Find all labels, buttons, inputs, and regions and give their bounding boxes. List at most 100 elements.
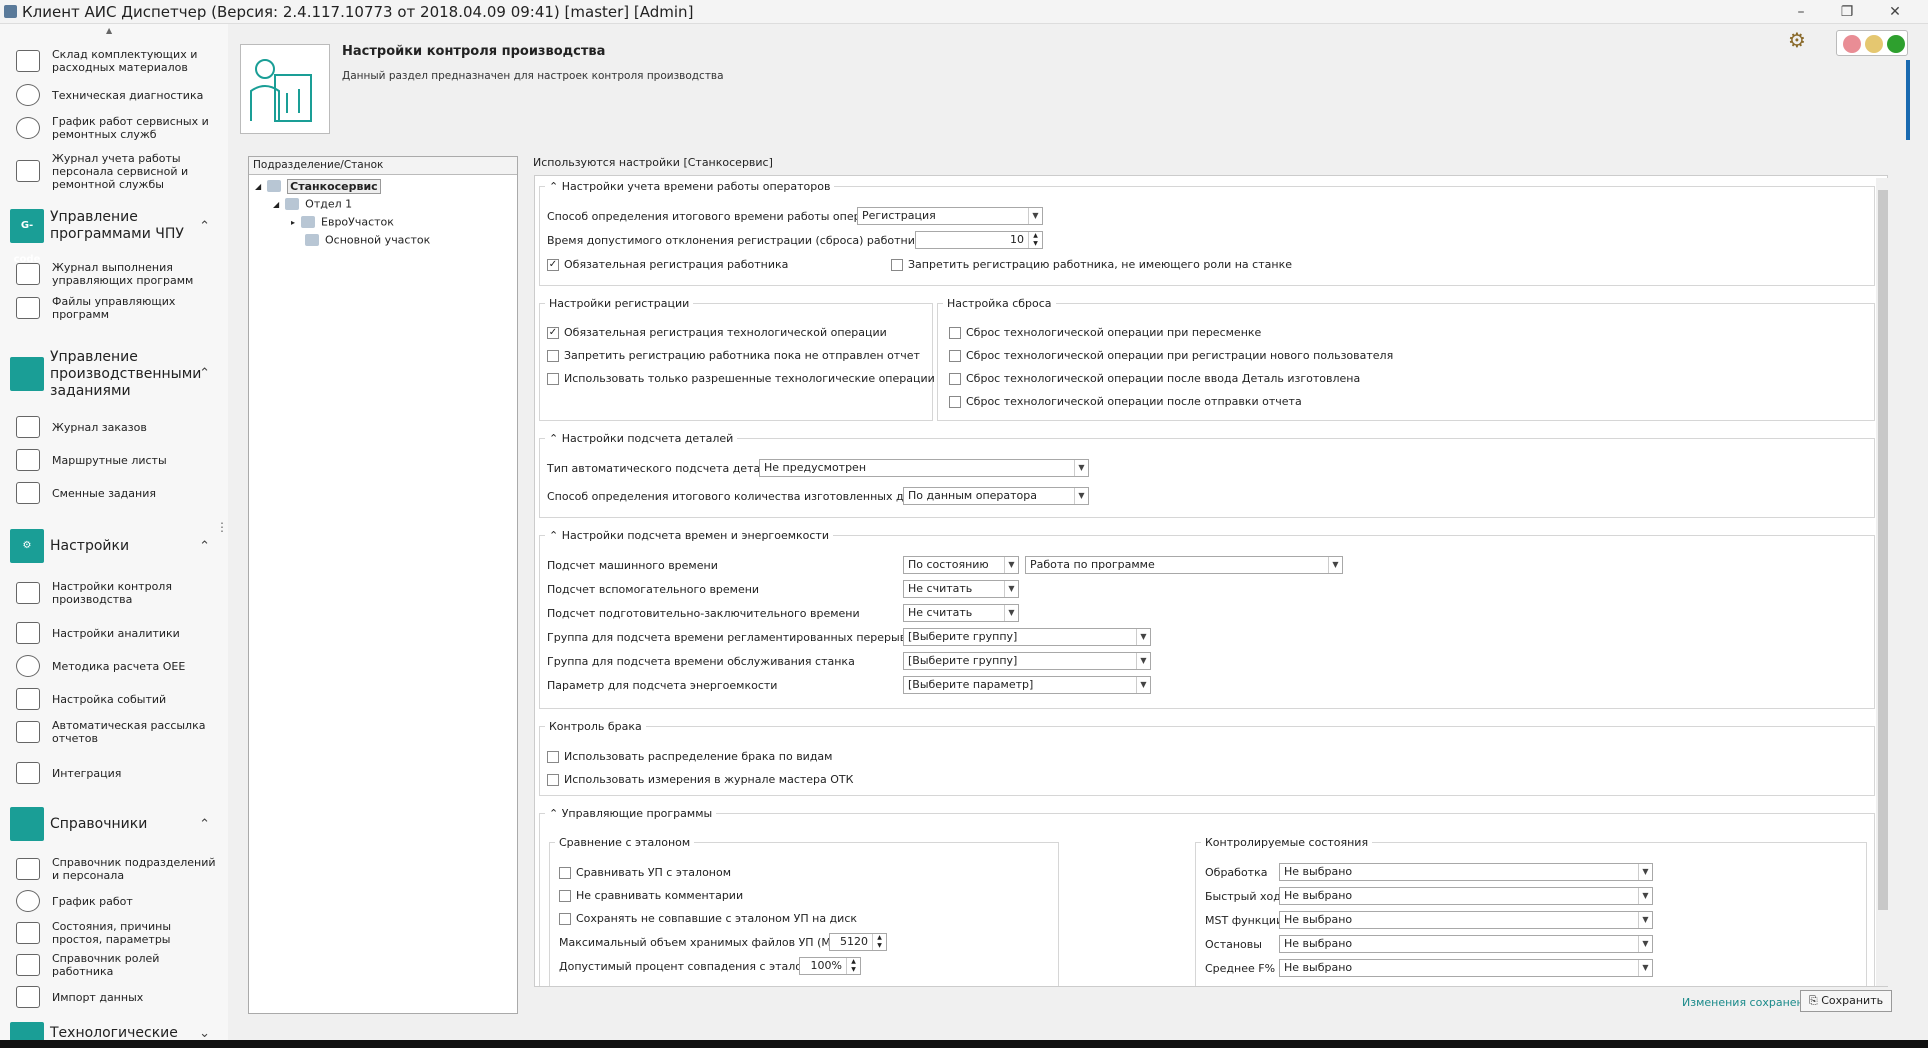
auto-count-label: Тип автоматического подсчета деталей [547, 462, 782, 475]
energy-param-label: Параметр для подсчета энергоемкости [547, 679, 778, 692]
group-states-title: Контролируемые состояния [1201, 836, 1373, 849]
defect-types-checkbox[interactable]: Использовать распределение брака по вида… [547, 750, 832, 763]
sidebar-group-settings[interactable]: ⚙ Настройки ⌃ [10, 526, 222, 566]
reset-part-made-checkbox[interactable]: Сброс технологической операции после вво… [949, 372, 1360, 385]
sidebar-item-integration[interactable]: Интеграция [16, 758, 221, 788]
sidebar-item-orders[interactable]: Журнал заказов [16, 412, 221, 442]
sidebar-item-program-files[interactable]: Файлы управляющих программ [16, 293, 221, 323]
sidebar-item-warehouse[interactable]: Склад комплектующих и расходных материал… [16, 46, 221, 76]
save-button[interactable]: ⎘ Сохранить [1800, 990, 1892, 1012]
ignore-comments-checkbox[interactable]: Не сравнивать комментарии [559, 889, 743, 902]
aux-time-label: Подсчет вспомогательного времени [547, 583, 760, 596]
group-parts-count-title[interactable]: ⌃ Настройки подсчета деталей [545, 432, 738, 445]
restore-button[interactable]: ❐ [1834, 2, 1860, 22]
processing-select[interactable]: Не выбрано ▼ [1279, 863, 1653, 881]
sidebar-item-mailing[interactable]: Автоматическая рассылка отчетов [16, 717, 221, 747]
total-time-method-label: Способ определения итогового времени раб… [547, 210, 895, 223]
sidebar-item-oee[interactable]: Методика расчета OEE [16, 651, 221, 681]
sidebar-item-events[interactable]: Настройка событий [16, 684, 221, 714]
sidebar-item-work-schedule[interactable]: График работ [16, 886, 221, 916]
machine-time-state-select[interactable]: Работа по программе ▼ [1025, 556, 1343, 574]
expand-icon: ◢ [273, 200, 280, 209]
chevron-down-icon: ▼ [1638, 912, 1652, 928]
mandatory-operation-checkbox[interactable]: ✓ Обязательная регистрация технологическо… [547, 326, 887, 339]
sidebar-item-diagnostics[interactable]: Техническая диагностика [16, 80, 221, 110]
tree-node-dept[interactable]: ◢ Отдел 1 [273, 197, 352, 211]
chevron-up-icon[interactable]: ⌃ [199, 219, 210, 234]
group-programs-title[interactable]: ⌃ Управляющие программы [545, 807, 717, 820]
deviation-stepper[interactable]: 10 ▲ ▼ [915, 231, 1043, 249]
gcode-icon: G-code [10, 209, 44, 265]
sidebar-item-departments[interactable]: Справочник подразделений и персонала [16, 854, 221, 884]
chevron-down-icon: ▼ [1136, 629, 1150, 645]
avg-f-select[interactable]: Не выбрано ▼ [1279, 959, 1653, 977]
only-allowed-operations-checkbox[interactable]: Использовать только разрешенные технолог… [547, 372, 935, 385]
sidebar-group-cnc[interactable]: G-code Управление программами ЧПУ ⌃ [10, 206, 222, 265]
mst-select[interactable]: Не выбрано ▼ [1279, 911, 1653, 929]
rapid-select[interactable]: Не выбрано ▼ [1279, 887, 1653, 905]
tree-node-main[interactable]: Основной участок [305, 233, 430, 247]
machine-time-select[interactable]: По состоянию ▼ [903, 556, 1019, 574]
sidebar-item-shift-tasks[interactable]: Сменные задания [16, 478, 221, 508]
user-settings-icon[interactable]: ⚙ [1788, 28, 1818, 56]
sidebar-group-production[interactable]: Управление производственными заданиями ⌃ [10, 346, 222, 402]
tree-node-euro[interactable]: ▸ ЕвроУчасток [291, 215, 394, 229]
sidebar-item-route-sheets[interactable]: Маршрутные листы [16, 445, 221, 475]
max-files-stepper[interactable]: 5120 ▲ ▼ [829, 933, 887, 951]
group-operator-time-title[interactable]: ⌃ Настройки учета времени работы операто… [545, 180, 835, 193]
right-edge-indicator [1906, 60, 1910, 140]
reset-report-checkbox[interactable]: Сброс технологической операции после отп… [949, 395, 1302, 408]
journal-icon [16, 160, 40, 182]
save-mismatch-checkbox[interactable]: Сохранять не совпавшие с эталоном УП на … [559, 912, 857, 925]
green-status-icon [1887, 35, 1905, 53]
sidebar-item-roles[interactable]: Справочник ролей работника [16, 950, 221, 980]
splitter-handle[interactable]: ⋮ [216, 520, 228, 534]
reset-shift-checkbox[interactable]: Сброс технологической операции при перес… [949, 326, 1261, 339]
group-defects-title: Контроль брака [545, 720, 646, 733]
chevron-up-icon[interactable]: ⌃ [199, 539, 210, 554]
sidebar-item-service-schedule[interactable]: График работ сервисных и ремонтных служб [16, 113, 221, 143]
forbid-until-report-checkbox[interactable]: Запретить регистрацию работника пока не … [547, 349, 920, 362]
group-time-energy-title[interactable]: ⌃ Настройки подсчета времен и энергоемко… [545, 529, 833, 542]
match-percent-stepper[interactable]: 100% ▲ ▼ [799, 957, 861, 975]
breaks-group-label: Группа для подсчета времени регламентиро… [547, 631, 920, 644]
sidebar-item-analytics[interactable]: Настройки аналитики [16, 618, 221, 648]
oee-icon [16, 655, 40, 677]
mandatory-registration-checkbox[interactable]: ✓ Обязательная регистрация работника [547, 258, 788, 271]
warehouse-icon [16, 50, 40, 72]
prep-time-select[interactable]: Не считать ▼ [903, 604, 1019, 622]
chevron-up-icon: ⌃ [549, 529, 559, 542]
sidebar-scroll-up-icon[interactable]: ▲ [106, 26, 112, 35]
saved-status: Изменения сохранены [1682, 996, 1813, 1009]
forbid-no-role-checkbox[interactable]: Запретить регистрацию работника, не имею… [891, 258, 1292, 271]
compare-etalon-checkbox[interactable]: Сравнивать УП с эталоном [559, 866, 731, 879]
breaks-group-select[interactable]: [Выберите группу] ▼ [903, 628, 1151, 646]
chevron-down-icon[interactable]: ⌄ [199, 1026, 210, 1041]
auto-count-select[interactable]: Не предусмотрен ▼ [759, 459, 1089, 477]
sidebar-item-service-journal[interactable]: Журнал учета работы персонала сервисной … [16, 151, 221, 191]
settings-scrollbar[interactable] [1876, 178, 1890, 986]
group-reset-title: Настройка сброса [943, 297, 1056, 310]
sidebar-item-import[interactable]: Импорт данных [16, 982, 221, 1012]
window-title: Клиент АИС Диспетчер (Версия: 2.4.117.10… [22, 3, 694, 21]
chevron-up-icon[interactable]: ⌃ [199, 366, 210, 381]
service-group-select[interactable]: [Выберите группу] ▼ [903, 652, 1151, 670]
close-button[interactable]: ✕ [1882, 2, 1908, 22]
scrollbar-thumb[interactable] [1878, 190, 1888, 910]
sidebar-item-states[interactable]: Состояния, причины простоя, параметры [16, 918, 221, 948]
sidebar-item-program-journal[interactable]: Журнал выполнения управляющих программ [16, 259, 221, 289]
total-time-method-select[interactable]: Регистрация ▼ [857, 207, 1043, 225]
tree-node-root[interactable]: ◢ Станкосервис [255, 178, 381, 194]
chevron-up-icon[interactable]: ⌃ [199, 817, 210, 832]
energy-param-select[interactable]: [Выберите параметр] ▼ [903, 676, 1151, 694]
reset-new-user-checkbox[interactable]: Сброс технологической операции при регис… [949, 349, 1393, 362]
stops-select[interactable]: Не выбрано ▼ [1279, 935, 1653, 953]
aux-time-select[interactable]: Не считать ▼ [903, 580, 1019, 598]
total-count-select[interactable]: По данным оператора ▼ [903, 487, 1089, 505]
otk-measurements-checkbox[interactable]: Использовать измерения в журнале мастера… [547, 773, 853, 786]
sidebar-item-production-control[interactable]: Настройки контроля производства [16, 578, 221, 608]
sidebar-group-references[interactable]: Справочники ⌃ [10, 804, 222, 844]
chevron-down-icon: ▼ [1136, 653, 1150, 669]
states-icon [16, 922, 40, 944]
minimize-button[interactable]: – [1788, 2, 1814, 22]
